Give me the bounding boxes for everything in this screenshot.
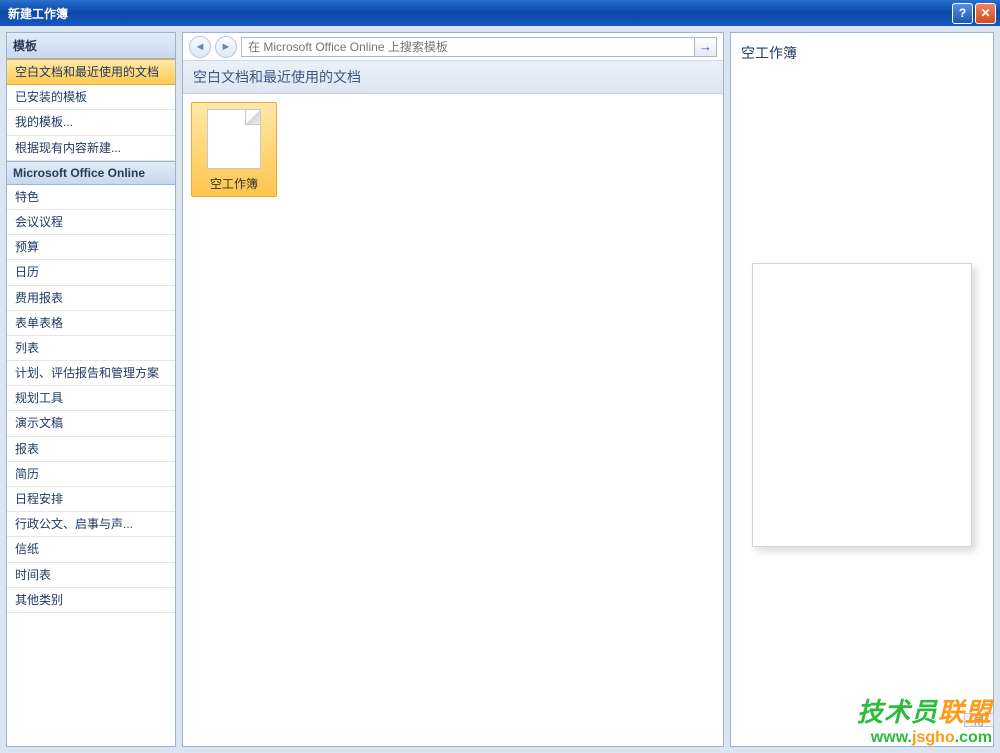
sidebar-item-label: 行政公文、启事与声... bbox=[15, 517, 133, 531]
sidebar-item-label: 日历 bbox=[15, 265, 39, 279]
sidebar-item-agendas[interactable]: 会议议程 bbox=[7, 210, 175, 235]
sidebar-item-forms[interactable]: 表单表格 bbox=[7, 311, 175, 336]
close-button[interactable]: ✕ bbox=[975, 3, 996, 24]
sidebar-item-planning-tools[interactable]: 规划工具 bbox=[7, 386, 175, 411]
preview-title: 空工作簿 bbox=[741, 43, 983, 63]
toolbar: ◄ ► → bbox=[183, 33, 723, 61]
main-panel: ◄ ► → 空白文档和最近使用的文档 空工作簿 bbox=[182, 32, 724, 747]
sidebar-item-label: 时间表 bbox=[15, 568, 51, 582]
window-title: 新建工作簿 bbox=[4, 5, 950, 22]
help-button[interactable]: ? bbox=[952, 3, 973, 24]
template-gallery: 空工作簿 bbox=[183, 94, 723, 746]
nav-back-button[interactable]: ◄ bbox=[189, 36, 211, 58]
document-icon bbox=[207, 109, 261, 169]
preview-page bbox=[752, 263, 972, 547]
footer-button-fragment: 用 bbox=[964, 713, 994, 727]
sidebar-item-label: 计划、评估报告和管理方案 bbox=[15, 366, 159, 380]
sidebar-item-label: 信纸 bbox=[15, 542, 39, 556]
sidebar-item-reports[interactable]: 报表 bbox=[7, 437, 175, 462]
search-input[interactable] bbox=[241, 37, 695, 57]
sidebar-item-plans[interactable]: 计划、评估报告和管理方案 bbox=[7, 361, 175, 386]
sidebar-item-label: 已安装的模板 bbox=[15, 90, 87, 104]
search-go-button[interactable]: → bbox=[695, 37, 717, 57]
sidebar-item-label: 演示文稿 bbox=[15, 416, 63, 430]
close-icon: ✕ bbox=[980, 6, 990, 20]
sidebar-item-label: 会议议程 bbox=[15, 215, 63, 229]
content-heading: 空白文档和最近使用的文档 bbox=[183, 61, 723, 94]
preview-panel: 空工作簿 bbox=[730, 32, 994, 747]
sidebar-item-label: 费用报表 bbox=[15, 291, 63, 305]
search-wrap: → bbox=[241, 37, 717, 57]
preview-page-wrap bbox=[741, 73, 983, 736]
sidebar-item-label: 预算 bbox=[15, 240, 39, 254]
sidebar: 模板 空白文档和最近使用的文档 已安装的模板 我的模板... 根据现有内容新建.… bbox=[6, 32, 176, 747]
sidebar-item-schedules[interactable]: 日程安排 bbox=[7, 487, 175, 512]
dialog-body: 模板 空白文档和最近使用的文档 已安装的模板 我的模板... 根据现有内容新建.… bbox=[0, 26, 1000, 753]
sidebar-item-label: 简历 bbox=[15, 467, 39, 481]
sidebar-item-other[interactable]: 其他类别 bbox=[7, 588, 175, 613]
sidebar-item-label: 列表 bbox=[15, 341, 39, 355]
template-blank-workbook[interactable]: 空工作簿 bbox=[191, 102, 277, 197]
sidebar-item-label: 日程安排 bbox=[15, 492, 63, 506]
template-label: 空工作簿 bbox=[196, 175, 272, 192]
sidebar-item-new-from-existing[interactable]: 根据现有内容新建... bbox=[7, 136, 175, 161]
sidebar-section-online: Microsoft Office Online bbox=[7, 161, 175, 185]
sidebar-item-label: 表单表格 bbox=[15, 316, 63, 330]
sidebar-item-calendars[interactable]: 日历 bbox=[7, 260, 175, 285]
sidebar-item-label: 特色 bbox=[15, 190, 39, 204]
nav-forward-button[interactable]: ► bbox=[215, 36, 237, 58]
titlebar: 新建工作簿 ? ✕ bbox=[0, 0, 1000, 26]
arrow-left-icon: ◄ bbox=[195, 41, 206, 53]
sidebar-item-featured[interactable]: 特色 bbox=[7, 185, 175, 210]
sidebar-item-budgets[interactable]: 预算 bbox=[7, 235, 175, 260]
sidebar-item-label: 规划工具 bbox=[15, 391, 63, 405]
sidebar-list: 空白文档和最近使用的文档 已安装的模板 我的模板... 根据现有内容新建... … bbox=[7, 59, 175, 746]
arrow-right-icon: ► bbox=[221, 41, 232, 53]
sidebar-header: 模板 bbox=[7, 33, 175, 59]
sidebar-item-my-templates[interactable]: 我的模板... bbox=[7, 110, 175, 135]
sidebar-item-blank-recent[interactable]: 空白文档和最近使用的文档 bbox=[7, 59, 175, 85]
sidebar-item-installed-templates[interactable]: 已安装的模板 bbox=[7, 85, 175, 110]
sidebar-item-label: 根据现有内容新建... bbox=[15, 141, 121, 155]
sidebar-item-label: 其他类别 bbox=[15, 593, 63, 607]
sidebar-item-label: 空白文档和最近使用的文档 bbox=[15, 65, 159, 79]
sidebar-item-timesheets[interactable]: 时间表 bbox=[7, 563, 175, 588]
arrow-go-icon: → bbox=[699, 39, 712, 54]
sidebar-item-lists[interactable]: 列表 bbox=[7, 336, 175, 361]
sidebar-item-label: 报表 bbox=[15, 442, 39, 456]
sidebar-item-label: 我的模板... bbox=[15, 115, 73, 129]
sidebar-item-resumes[interactable]: 简历 bbox=[7, 462, 175, 487]
sidebar-item-presentations[interactable]: 演示文稿 bbox=[7, 411, 175, 436]
sidebar-item-letters[interactable]: 信纸 bbox=[7, 537, 175, 562]
sidebar-item-stationery[interactable]: 行政公文、启事与声... bbox=[7, 512, 175, 537]
sidebar-item-expense-reports[interactable]: 费用报表 bbox=[7, 286, 175, 311]
